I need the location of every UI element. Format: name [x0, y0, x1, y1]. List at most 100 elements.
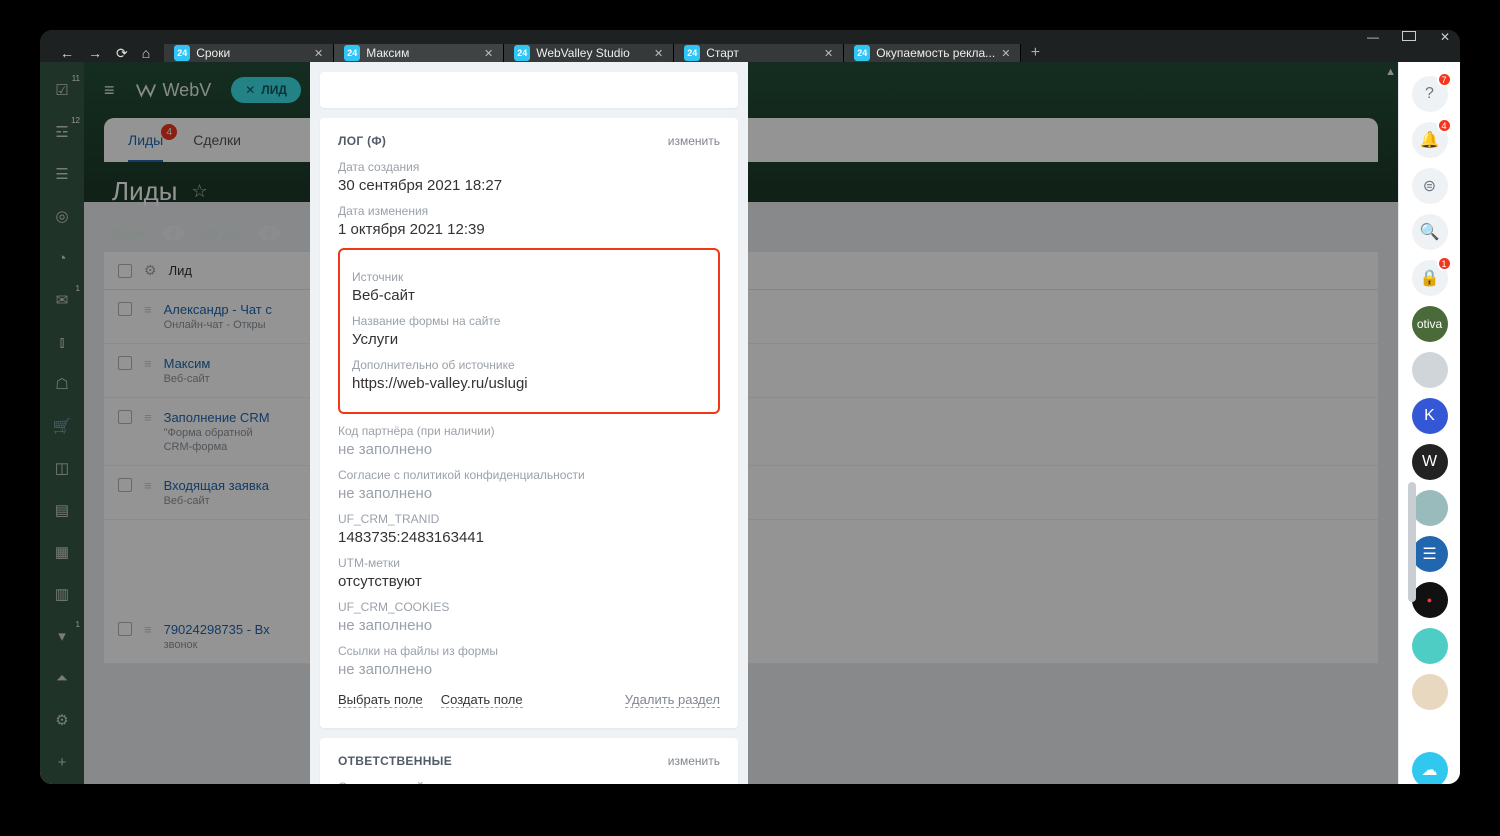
detail-card-log: ЛОГ (Ф) изменить Дата создания 30 сентябр… — [320, 118, 738, 728]
field-label: UF_CRM_TRANID — [338, 512, 720, 526]
modal-backdrop[interactable] — [40, 62, 1460, 784]
field-label: Согласие с политикой конфиденциальности — [338, 468, 720, 482]
tab-label: Максим — [366, 46, 478, 60]
field-source: Источник Веб-сайт — [352, 270, 706, 304]
avatar-icon[interactable] — [1412, 628, 1448, 664]
chat-icon[interactable]: ☰ — [1412, 536, 1448, 572]
avatar-icon[interactable]: otiva — [1412, 306, 1448, 342]
app-body: ☑11 ☲12 ☰ ◎ ◔ ✉1 ⫾ ☖ 🛒 ◫ ▤ ▦ ▥ ▾1 ⏶ ⚙ + … — [40, 62, 1460, 784]
field-value: https://web-valley.ru/uslugi — [352, 375, 706, 392]
badge: 1 — [1437, 256, 1452, 271]
tab-label: Окупаемость рекла... — [876, 46, 995, 60]
bell-icon[interactable]: 🔔4 — [1412, 122, 1448, 158]
money-icon[interactable]: ⊜ — [1412, 168, 1448, 204]
field-label: Код партнёра (при наличии) — [338, 424, 720, 438]
highlight-box: Источник Веб-сайт Название формы на сайте… — [338, 248, 720, 414]
avatar-icon[interactable] — [1412, 490, 1448, 526]
field-source-extra: Дополнительно об источнике https://web-va… — [352, 358, 706, 392]
avatar-icon[interactable]: W — [1412, 444, 1448, 480]
field-value: Услуги — [352, 331, 706, 348]
field-tranid: UF_CRM_TRANID 1483735:2483163441 — [338, 512, 720, 546]
favicon-icon: 24 — [344, 45, 360, 61]
browser-tab-2[interactable]: 24 WebValley Studio ✕ — [504, 44, 674, 62]
tab-label: Сроки — [196, 46, 308, 60]
create-field-link[interactable]: Создать поле — [441, 692, 523, 708]
avatar-icon[interactable] — [1412, 674, 1448, 710]
field-label: Дата изменения — [338, 204, 720, 218]
tab-label: WebValley Studio — [536, 46, 648, 60]
field-files: Ссылки на файлы из формы не заполнено — [338, 644, 720, 678]
search-icon[interactable]: 🔍 — [1412, 214, 1448, 250]
field-label: Ответственный — [338, 780, 720, 784]
field-label: Название формы на сайте — [352, 314, 706, 328]
cloud-icon[interactable]: ☁ — [1412, 752, 1448, 784]
favicon-icon: 24 — [854, 45, 870, 61]
select-field-link[interactable]: Выбрать поле — [338, 692, 423, 708]
right-rail: ?7 🔔4 ⊜ 🔍 🔒1 otiva K W ☰ ● ☁ ✆ — [1398, 62, 1460, 784]
badge: 7 — [1437, 72, 1452, 87]
tab-close-icon[interactable]: ✕ — [1001, 47, 1010, 60]
field-form-name: Название формы на сайте Услуги — [352, 314, 706, 348]
field-partner: Код партнёра (при наличии) не заполнено — [338, 424, 720, 458]
tab-close-icon[interactable]: ✕ — [824, 47, 833, 60]
tab-close-icon[interactable]: ✕ — [314, 47, 323, 60]
card-edit-link[interactable]: изменить — [668, 134, 720, 148]
field-value: не заполнено — [338, 485, 720, 502]
detail-card-top — [320, 72, 738, 108]
favicon-icon: 24 — [174, 45, 190, 61]
field-utm: UTM-метки отсутствуют — [338, 556, 720, 590]
field-label: Дополнительно об источнике — [352, 358, 706, 372]
nav-back-icon[interactable]: ← — [60, 45, 74, 61]
window-maximize[interactable] — [1402, 30, 1416, 44]
help-icon[interactable]: ?7 — [1412, 76, 1448, 112]
tab-close-icon[interactable]: ✕ — [484, 47, 493, 60]
card-title: ОТВЕТСТВЕННЫЕ — [338, 754, 452, 768]
badge: 4 — [1437, 118, 1452, 133]
browser-tab-0[interactable]: 24 Сроки ✕ — [164, 44, 334, 62]
favicon-icon: 24 — [684, 45, 700, 61]
avatar-icon[interactable] — [1412, 352, 1448, 388]
field-value: отсутствуют — [338, 573, 720, 590]
field-value: 30 сентября 2021 18:27 — [338, 177, 720, 194]
field-consent: Согласие с политикой конфиденциальности н… — [338, 468, 720, 502]
field-value: не заполнено — [338, 661, 720, 678]
browser-tabstrip: ← → ⟳ ⌂ 24 Сроки ✕ 24 Максим ✕ 24 WebVal… — [40, 44, 1460, 62]
window-titlebar — [40, 30, 1460, 44]
field-label: UF_CRM_COOKIES — [338, 600, 720, 614]
app-window: ← → ⟳ ⌂ 24 Сроки ✕ 24 Максим ✕ 24 WebVal… — [40, 30, 1460, 784]
field-created: Дата создания 30 сентября 2021 18:27 — [338, 160, 720, 194]
field-label: Ссылки на файлы из формы — [338, 644, 720, 658]
tab-label: Старт — [706, 46, 818, 60]
favicon-icon: 24 — [514, 45, 530, 61]
nav-reload-icon[interactable]: ⟳ — [116, 45, 128, 62]
avatar-icon[interactable]: ● — [1412, 582, 1448, 618]
field-cookies: UF_CRM_COOKIES не заполнено — [338, 600, 720, 634]
scroll-up-icon[interactable]: ▲ — [1385, 66, 1396, 78]
browser-tab-4[interactable]: 24 Окупаемость рекла... ✕ — [844, 44, 1021, 62]
tab-close-icon[interactable]: ✕ — [654, 47, 663, 60]
card-title: ЛОГ (Ф) — [338, 134, 386, 148]
window-minimize[interactable] — [1366, 30, 1380, 44]
field-value: 1483735:2483163441 — [338, 529, 720, 546]
browser-tab-3[interactable]: 24 Старт ✕ — [674, 44, 844, 62]
field-label: Источник — [352, 270, 706, 284]
nav-home-icon[interactable]: ⌂ — [142, 45, 150, 61]
field-label: Дата создания — [338, 160, 720, 174]
scrollbar-thumb[interactable] — [1408, 482, 1416, 602]
browser-tab-1[interactable]: 24 Максим ✕ — [334, 44, 504, 62]
delete-section-link[interactable]: Удалить раздел — [625, 692, 720, 708]
nav-forward-icon[interactable]: → — [88, 45, 102, 61]
detail-card-responsible: ОТВЕТСТВЕННЫЕ изменить Ответственный — [320, 738, 738, 784]
field-value: Веб-сайт — [352, 287, 706, 304]
field-value: не заполнено — [338, 617, 720, 634]
avatar-icon[interactable]: K — [1412, 398, 1448, 434]
card-edit-link[interactable]: изменить — [668, 754, 720, 768]
field-label: UTM-метки — [338, 556, 720, 570]
field-value: не заполнено — [338, 441, 720, 458]
new-tab-button[interactable]: + — [1021, 44, 1049, 62]
lead-detail-panel: ЛОГ (Ф) изменить Дата создания 30 сентябр… — [310, 62, 748, 784]
window-close[interactable] — [1438, 30, 1452, 44]
field-value: 1 октября 2021 12:39 — [338, 221, 720, 238]
lock-icon[interactable]: 🔒1 — [1412, 260, 1448, 296]
field-updated: Дата изменения 1 октября 2021 12:39 — [338, 204, 720, 238]
